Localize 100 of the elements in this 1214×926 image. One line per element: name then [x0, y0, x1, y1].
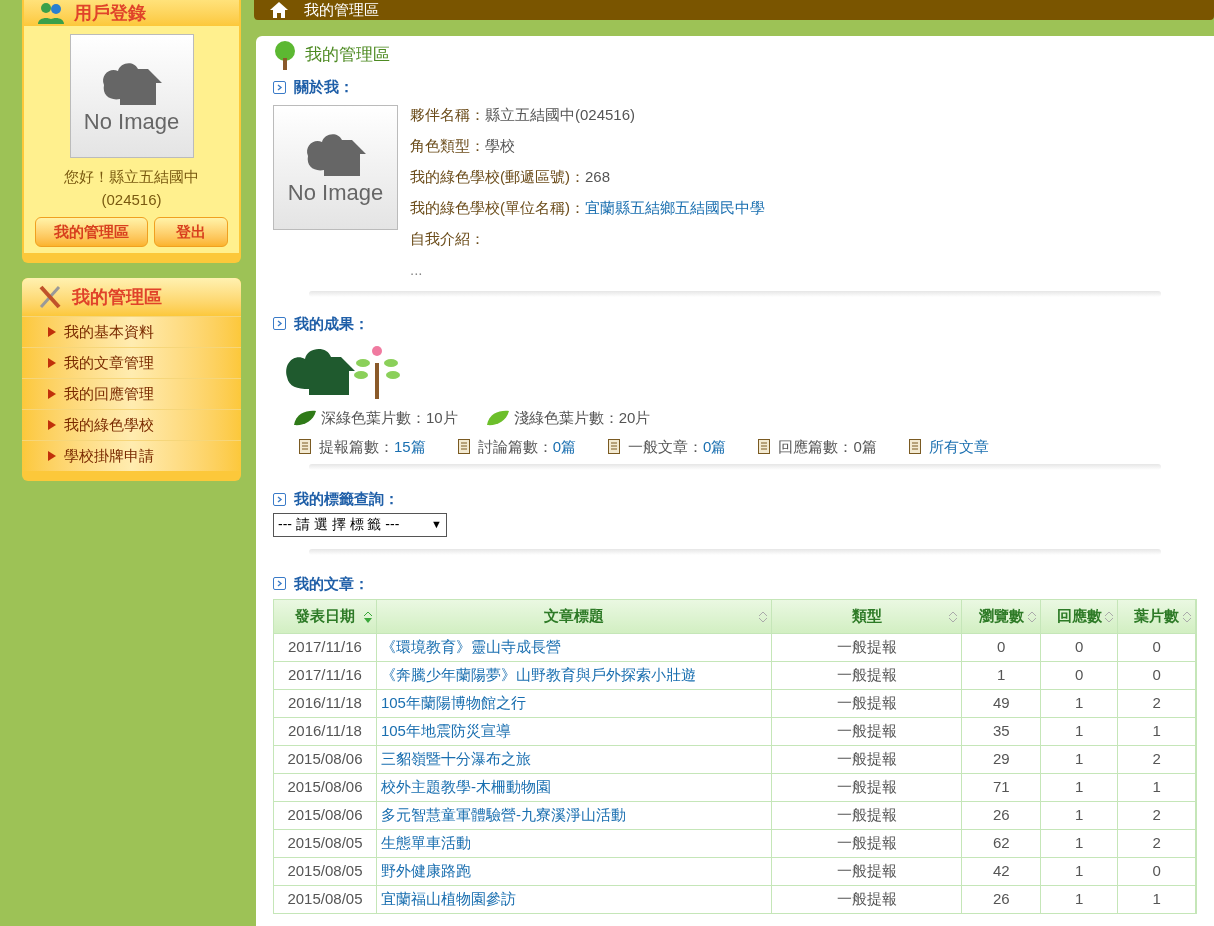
sort-icon: [362, 610, 373, 623]
breadcrumb-text: 我的管理區: [304, 0, 379, 20]
table-cell: 35: [962, 718, 1042, 745]
sort-icon: [1104, 610, 1115, 623]
leaf-count-text: 淺綠色葉片數：20片: [513, 408, 651, 428]
leaf-icon: [485, 410, 510, 427]
document-icon: [299, 439, 311, 455]
article-link[interactable]: 《奔騰少年蘭陽夢》山野教育與戶外探索小壯遊: [376, 662, 773, 689]
table-cell: 一般提報: [772, 718, 963, 745]
article-link[interactable]: 野外健康路跑: [376, 858, 773, 885]
table-cell: 2015/08/06: [274, 802, 377, 829]
triangle-icon: [48, 451, 56, 461]
count-label: 提報篇數：: [319, 436, 394, 457]
table-cell: 一般提報: [772, 690, 963, 717]
home-icon[interactable]: [270, 2, 288, 18]
section-heading: 我的文章：: [294, 573, 369, 594]
menu-item-text: 我的基本資料: [64, 321, 154, 342]
field-label: 我的綠色學校(單位名稱)：: [410, 197, 585, 218]
count-label: 回應篇數：: [778, 436, 854, 457]
table-cell: 一般提報: [772, 774, 963, 801]
sidebar-button[interactable]: 我的管理區: [35, 217, 148, 247]
count-value: 0篇: [853, 436, 877, 457]
article-link[interactable]: 校外主題教學-木柵動物園: [376, 774, 773, 801]
table-cell: 2015/08/05: [274, 858, 377, 885]
field-label: 我的綠色學校(郵遞區號)：: [410, 166, 585, 187]
field-link[interactable]: 宜蘭縣五結鄉五結國民中學: [585, 191, 765, 223]
table-cell: 0: [1118, 858, 1197, 885]
chevron-icon: [273, 317, 286, 331]
table-cell: 一般提報: [772, 858, 963, 885]
triangle-icon: [48, 420, 56, 430]
table-cell: 一般提報: [772, 830, 963, 857]
table-cell: 1: [1041, 774, 1119, 801]
article-link[interactable]: 105年蘭陽博物館之行: [376, 690, 773, 717]
menu-item-text: 我的回應管理: [64, 383, 154, 404]
article-link[interactable]: 三貂嶺暨十分瀑布之旅: [376, 746, 773, 773]
menu-item[interactable]: 我的綠色學校: [22, 409, 241, 440]
document-icon: [908, 439, 921, 455]
table-cell: 2016/11/18: [274, 718, 377, 745]
chevron-icon: [273, 577, 286, 591]
table-cell: 1: [962, 662, 1042, 689]
menu-item[interactable]: 我的文章管理: [22, 347, 241, 378]
table-cell: 42: [962, 858, 1042, 885]
count-link[interactable]: 0篇: [703, 435, 727, 458]
count-label: 一般文章：: [628, 436, 704, 457]
document-icon: [457, 439, 470, 455]
count-link[interactable]: 0篇: [552, 435, 577, 458]
table-cell: 0: [1041, 662, 1119, 689]
count-link[interactable]: 所有文章: [928, 435, 989, 458]
table-cell: 2: [1118, 690, 1197, 717]
table-cell: 62: [962, 830, 1042, 857]
table-cell: 0: [1118, 634, 1197, 661]
column-header[interactable]: 類型: [772, 600, 963, 633]
table-cell: 一般提報: [772, 746, 963, 773]
sidebar-button[interactable]: 登出: [154, 217, 228, 247]
table-cell: 26: [962, 886, 1042, 913]
table-cell: 1: [1041, 858, 1119, 885]
field-value: 學校: [485, 135, 515, 156]
table-cell: 2016/11/18: [274, 690, 377, 717]
article-link[interactable]: 105年地震防災宣導: [376, 718, 773, 745]
menu-item-text: 我的綠色學校: [64, 414, 154, 435]
article-link[interactable]: 《環境教育》靈山寺成長營: [376, 634, 773, 661]
count-link[interactable]: 15篇: [394, 435, 426, 458]
panel-title: 我的管理區: [72, 285, 162, 309]
school-code-text: (024516): [101, 189, 162, 210]
article-link[interactable]: 多元智慧童軍體驗營-九寮溪淨山活動: [376, 802, 773, 829]
section-heading: 我的標籤查詢：: [294, 489, 399, 509]
table-cell: 一般提報: [772, 662, 963, 689]
menu-item[interactable]: 我的回應管理: [22, 378, 241, 409]
menu-item-text: 我的文章管理: [64, 352, 154, 373]
column-header[interactable]: 葉片數: [1118, 600, 1196, 633]
table-cell: 0: [962, 634, 1042, 661]
panel-title: 我的管理區: [305, 44, 390, 67]
column-header[interactable]: 瀏覽數: [962, 600, 1042, 633]
no-image-text: No Image: [83, 111, 180, 133]
column-header[interactable]: 文章標題: [376, 600, 773, 633]
field-label: 自我介紹：: [410, 228, 485, 249]
table-cell: 2017/11/16: [274, 662, 377, 689]
menu-item[interactable]: 學校掛牌申請: [22, 440, 241, 471]
users-icon: [36, 2, 66, 24]
document-icon: [758, 439, 771, 455]
table-cell: 2: [1118, 746, 1197, 773]
table-cell: 1: [1041, 802, 1119, 829]
table-cell: 2017/11/16: [274, 634, 377, 661]
table-cell: 1: [1041, 830, 1119, 857]
leaf-icon: [293, 410, 317, 427]
column-header[interactable]: 發表日期: [274, 600, 377, 633]
tag-select[interactable]: --- 請 選 擇 標 籤 --- ▼: [273, 512, 447, 537]
article-link[interactable]: 宜蘭福山植物園參訪: [376, 886, 773, 913]
intro-text: ...: [410, 259, 424, 280]
sort-icon: [1027, 610, 1038, 623]
column-header[interactable]: 回應數: [1041, 600, 1119, 633]
table-cell: 49: [962, 690, 1042, 717]
article-link[interactable]: 生態單車活動: [376, 830, 773, 857]
sort-icon: [948, 610, 959, 623]
table-cell: 0: [1118, 662, 1197, 689]
table-cell: 29: [962, 746, 1042, 773]
table-cell: 2015/08/05: [274, 886, 377, 913]
table-cell: 1: [1118, 886, 1197, 913]
menu-item-text: 學校掛牌申請: [64, 445, 154, 466]
menu-item[interactable]: 我的基本資料: [22, 316, 241, 347]
